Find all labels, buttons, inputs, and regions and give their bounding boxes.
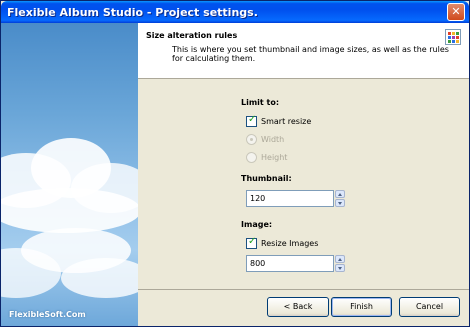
image-size-input[interactable]: 800 [246, 255, 334, 272]
thumbnail-increment-button[interactable] [335, 190, 345, 198]
back-button[interactable]: < Back [267, 297, 329, 317]
title-bar[interactable]: Flexible Album Studio - Project settings… [1, 1, 469, 23]
smart-resize-label: Smart resize [261, 117, 312, 126]
page-description: This is where you set thumbnail and imag… [172, 45, 449, 63]
limit-to-label: Limit to: [241, 98, 280, 107]
wizard-window: Flexible Album Studio - Project settings… [0, 0, 470, 327]
thumbnail-label: Thumbnail: [241, 174, 292, 183]
check-icon: ✓ [248, 236, 257, 247]
close-button[interactable]: ✕ [447, 3, 465, 21]
smart-resize-check-box[interactable]: ✓ [246, 114, 257, 127]
arrow-up-icon [338, 258, 342, 261]
finish-button[interactable]: Finish [331, 297, 392, 317]
resize-images-label: Resize Images [261, 239, 319, 248]
radio-dot-icon [250, 138, 253, 141]
footer-divider [138, 289, 469, 290]
width-radio-button[interactable] [246, 134, 257, 145]
resize-images-check-box[interactable]: ✓ [246, 236, 257, 249]
check-icon: ✓ [248, 114, 257, 125]
image-label: Image: [241, 220, 273, 229]
grid-icon [445, 29, 461, 45]
cancel-button[interactable]: Cancel [399, 297, 460, 317]
settings-panel: Limit to: ✓ Smart resize Width Height Th… [138, 79, 469, 288]
window-title: Flexible Album Studio - Project settings… [7, 6, 258, 19]
thumbnail-decrement-button[interactable] [335, 199, 345, 207]
cloud-shape [61, 258, 138, 298]
height-radio-button[interactable] [246, 152, 257, 163]
width-radio-label: Width [261, 135, 285, 144]
arrow-down-icon [338, 267, 342, 270]
close-icon: ✕ [451, 5, 461, 18]
height-radio-label: Height [261, 153, 288, 162]
cloud-shape [1, 188, 138, 233]
image-increment-button[interactable] [335, 255, 345, 263]
sky-sidebar-image: FlexibleSoft.Com [1, 23, 138, 326]
wizard-header: Size alteration rules This is where you … [138, 23, 469, 79]
arrow-down-icon [338, 202, 342, 205]
thumbnail-size-stepper[interactable]: 120 [246, 190, 346, 207]
arrow-up-icon [338, 193, 342, 196]
thumbnail-size-input[interactable]: 120 [246, 190, 334, 207]
image-decrement-button[interactable] [335, 264, 345, 272]
brand-label: FlexibleSoft.Com [9, 310, 86, 319]
page-title: Size alteration rules [146, 31, 238, 40]
image-size-stepper[interactable]: 800 [246, 255, 346, 272]
